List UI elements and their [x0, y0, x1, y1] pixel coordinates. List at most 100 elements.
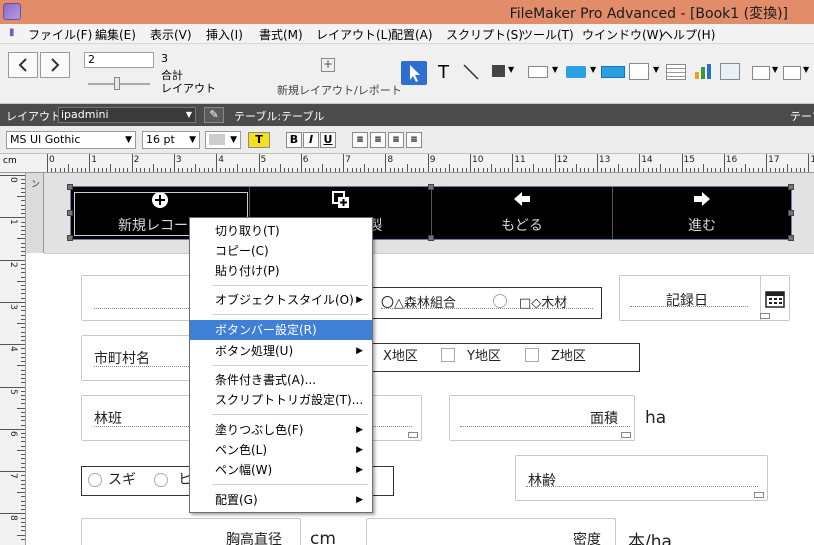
- area-option-z[interactable]: Z地区: [551, 345, 586, 364]
- field-dropdown-icon[interactable]: ▼: [552, 65, 558, 74]
- highlight-button[interactable]: T: [248, 132, 270, 148]
- company-checkbox-set[interactable]: 〇△森林組合 □◇木材: [372, 287, 602, 319]
- forest-block-value-field[interactable]: [372, 395, 422, 441]
- insert-field-dropdown-icon[interactable]: ▼: [772, 65, 778, 74]
- chart-tool-icon[interactable]: [693, 62, 713, 80]
- species-radio-1[interactable]: [88, 473, 102, 487]
- record-slider-thumb[interactable]: [114, 77, 120, 90]
- forest-age-field[interactable]: 林齢: [515, 455, 768, 501]
- resize-handle[interactable]: [788, 184, 794, 190]
- insert-part-icon[interactable]: [783, 66, 801, 80]
- shape-dropdown-icon[interactable]: ▼: [508, 65, 514, 74]
- menu-pen-width[interactable]: ペン幅(W) ▶: [190, 460, 372, 480]
- new-layout-button[interactable]: 新規レイアウト/レポート: [277, 82, 402, 98]
- menu-pen-color[interactable]: ペン色(L) ▶: [190, 440, 372, 460]
- menu-file[interactable]: ファイル(F): [28, 26, 92, 43]
- menu-insert[interactable]: 挿入(I): [206, 26, 243, 43]
- menu-view[interactable]: 表示(V): [150, 26, 192, 43]
- forward-segment[interactable]: 進む: [613, 187, 791, 239]
- record-date-field[interactable]: 記録日: [619, 275, 790, 321]
- new-layout-icon[interactable]: +: [321, 58, 335, 72]
- selection-tool[interactable]: [401, 61, 427, 85]
- menu-item-label: ボタン処理(U): [215, 344, 294, 358]
- resize-handle[interactable]: [67, 235, 73, 241]
- shape-tool-icon[interactable]: [492, 65, 505, 77]
- tab-control-icon[interactable]: [629, 63, 649, 80]
- resize-handle[interactable]: [428, 235, 434, 241]
- forest-block-field[interactable]: 林班: [81, 395, 191, 441]
- area-option-y[interactable]: Y地区: [467, 345, 501, 364]
- menu-copy[interactable]: コピー(C): [190, 241, 372, 261]
- resize-handle[interactable]: [788, 210, 794, 216]
- edit-layout-icon[interactable]: ✎: [204, 107, 224, 123]
- menu-arrange[interactable]: 配置(A): [391, 26, 433, 43]
- menu-help[interactable]: ヘルプ(H): [661, 26, 715, 43]
- company-radio-2[interactable]: [493, 294, 507, 308]
- menu-layout[interactable]: レイアウト(L): [316, 26, 392, 43]
- button-tool-icon[interactable]: [566, 66, 586, 78]
- back-segment[interactable]: もどる: [432, 187, 612, 239]
- document-icon[interactable]: ▮: [9, 27, 15, 38]
- align-right-icon[interactable]: ≡: [388, 132, 404, 148]
- area-option-x[interactable]: X地区: [383, 345, 418, 364]
- record-number-input[interactable]: 2: [84, 52, 154, 68]
- button-dropdown-icon[interactable]: ▼: [590, 65, 596, 74]
- tab-dropdown-icon[interactable]: ▼: [653, 65, 659, 74]
- calendar-icon[interactable]: [765, 290, 785, 308]
- align-center-icon[interactable]: ≡: [370, 132, 386, 148]
- menu-tools[interactable]: ツール(T): [521, 26, 574, 43]
- insert-field-icon[interactable]: [752, 66, 770, 80]
- next-button[interactable]: [40, 52, 70, 78]
- menu-object-style[interactable]: オブジェクトスタイル(O) ▶: [190, 290, 372, 310]
- menu-format[interactable]: 書式(M): [259, 26, 303, 43]
- part-label-top-navigation[interactable]: 上部ナビゲーション: [26, 173, 52, 253]
- buttonbar-tool-icon[interactable]: [601, 66, 625, 78]
- previous-button[interactable]: [8, 52, 38, 78]
- web-viewer-icon[interactable]: [720, 63, 740, 80]
- align-justify-icon[interactable]: ≡: [406, 132, 422, 148]
- checkbox-y[interactable]: [441, 348, 455, 362]
- menu-button-action[interactable]: ボタン処理(U) ▶: [190, 341, 372, 361]
- resize-handle[interactable]: [428, 184, 434, 190]
- menu-fill-color[interactable]: 塗りつぶし色(F) ▶: [190, 420, 372, 440]
- menu-cut[interactable]: 切り取り(T): [190, 221, 372, 241]
- layout-select[interactable]: ipadmini ▼: [58, 107, 196, 123]
- density-field[interactable]: 密度: [366, 518, 616, 545]
- species-radio-set[interactable]: スギ ヒ: [81, 466, 192, 496]
- text-tool-icon[interactable]: T: [438, 62, 449, 83]
- line-tool-icon[interactable]: [462, 63, 480, 81]
- resize-handle[interactable]: [67, 184, 73, 190]
- align-left-icon[interactable]: ≡: [352, 132, 368, 148]
- font-select[interactable]: MS UI Gothic ▼: [6, 131, 136, 149]
- ruler-tick: [21, 500, 25, 502]
- menu-separator: [212, 484, 368, 485]
- underline-button[interactable]: U: [320, 132, 336, 148]
- menu-paste[interactable]: 貼り付け(P): [190, 261, 372, 281]
- municipality-field[interactable]: 市町村名: [81, 335, 191, 381]
- menu-scripts[interactable]: スクリプト(S): [446, 26, 523, 43]
- bold-button[interactable]: B: [286, 132, 302, 148]
- italic-button[interactable]: I: [303, 132, 319, 148]
- area-field[interactable]: 面積: [449, 395, 635, 441]
- menu-script-triggers[interactable]: スクリプトトリガ設定(T)...: [190, 390, 372, 410]
- menu-window[interactable]: ウインドウ(W): [582, 26, 663, 43]
- dbh-field[interactable]: 胸高直径: [81, 518, 301, 545]
- menu-edit[interactable]: 編集(E): [95, 26, 136, 43]
- menu-arrange[interactable]: 配置(G) ▶: [190, 490, 372, 510]
- checkbox-z[interactable]: [525, 348, 539, 362]
- area-checkbox-set[interactable]: X地区 Y地区 Z地区: [372, 343, 640, 372]
- resize-handle[interactable]: [788, 235, 794, 241]
- company-field[interactable]: [81, 275, 191, 321]
- species-radio-2[interactable]: [154, 473, 168, 487]
- field-tool-icon[interactable]: [528, 66, 548, 78]
- ruler-tick: [21, 225, 25, 227]
- font-size-select[interactable]: 16 pt ▼: [142, 131, 200, 149]
- menu-buttonbar-setup[interactable]: ボタンバー設定(R): [190, 320, 372, 340]
- resize-handle[interactable]: [67, 210, 73, 216]
- species-option-1[interactable]: スギ: [108, 469, 136, 489]
- menu-conditional-format[interactable]: 条件付き書式(A)...: [190, 370, 372, 390]
- portal-tool-icon[interactable]: [666, 64, 686, 80]
- insert-part-dropdown-icon[interactable]: ▼: [803, 65, 809, 74]
- text-color-select[interactable]: ▼: [205, 131, 241, 149]
- filemaker-app-icon[interactable]: [3, 3, 21, 20]
